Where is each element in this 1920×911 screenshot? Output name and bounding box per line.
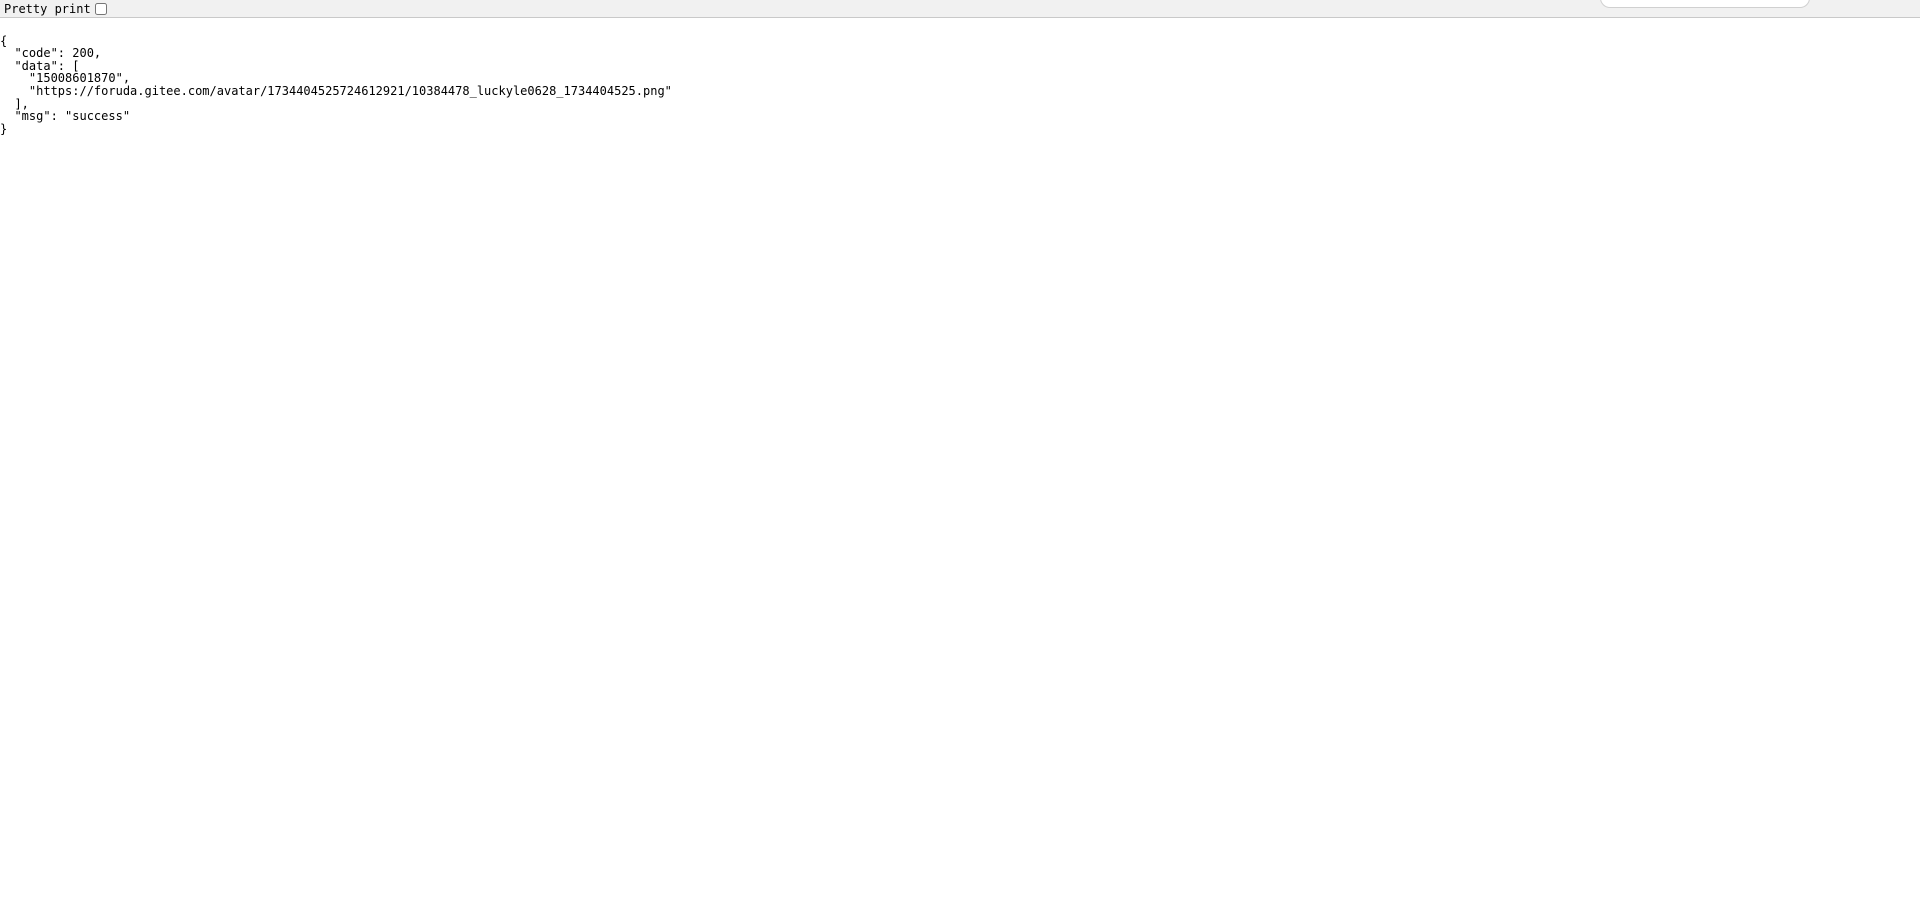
json-line: } [0, 122, 7, 136]
pretty-print-label[interactable]: Pretty print [4, 2, 107, 16]
json-viewer-toolbar: Pretty print [0, 0, 1920, 18]
pretty-print-checkbox[interactable] [95, 3, 107, 15]
json-line: "https://foruda.gitee.com/avatar/1734404… [0, 84, 672, 98]
pretty-print-text: Pretty print [4, 2, 91, 16]
toolbar-widget [1600, 0, 1810, 8]
json-content: { "code": 200, "data": [ "15008601870", … [0, 18, 1920, 139]
json-line: "msg": "success" [0, 109, 130, 123]
